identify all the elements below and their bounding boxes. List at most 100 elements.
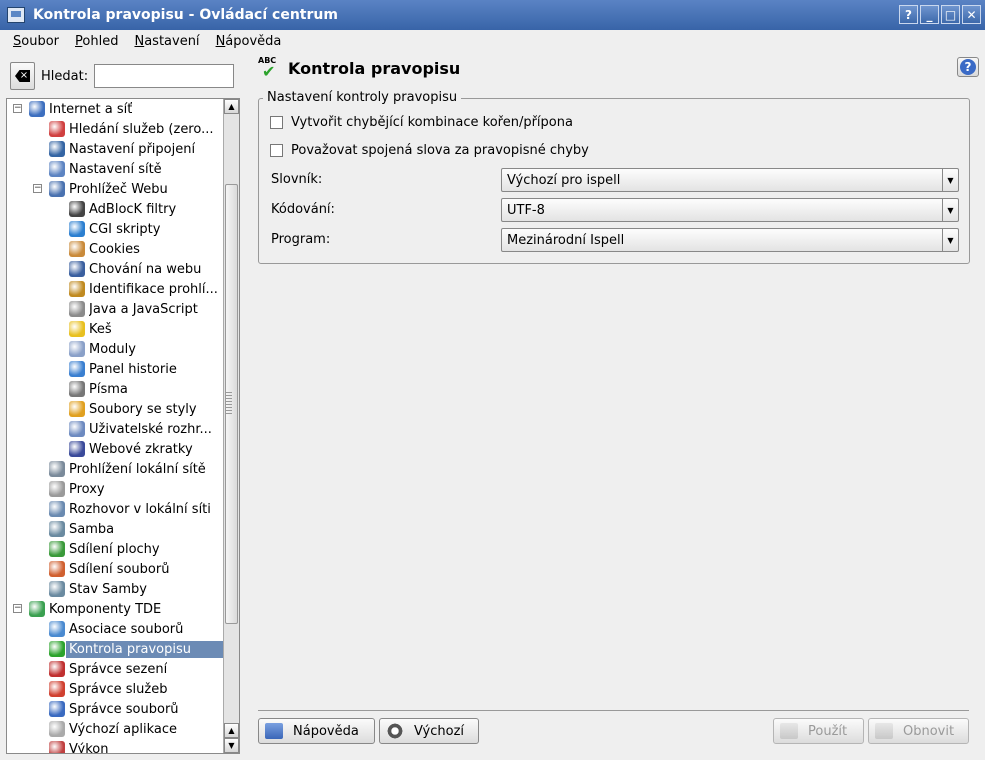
tree-item[interactable]: Nastavení sítě — [7, 159, 223, 179]
defaults-button-label: Výchozí — [414, 723, 465, 739]
tree-item[interactable]: Moduly — [7, 339, 223, 359]
tree-item[interactable]: Stav Samby — [7, 579, 223, 599]
tree-item[interactable]: Správce souborů — [7, 699, 223, 719]
maximize-button[interactable]: □ — [941, 5, 960, 24]
tree-item-label: Java a JavaScript — [89, 301, 198, 317]
splitter-handle[interactable] — [226, 392, 232, 416]
menu-napoveda[interactable]: Nápověda — [216, 34, 282, 49]
clear-search-button[interactable]: × — [10, 62, 35, 90]
module-header: ABC ✔ Kontrola pravopisu — [258, 56, 460, 80]
control-center-icon — [7, 7, 25, 23]
tree-item[interactable]: Kontrola pravopisu — [7, 639, 223, 659]
help-window-button[interactable]: ? — [899, 5, 918, 24]
tree-item[interactable]: Keš — [7, 319, 223, 339]
run-together-checkbox[interactable]: Považovat spojená slova za pravopisné ch… — [270, 143, 589, 158]
tree-item-label: Prohlížení lokální sítě — [69, 461, 206, 477]
tree-item[interactable]: − Internet a síť — [7, 99, 223, 119]
tree-item[interactable]: Nastavení připojení — [7, 139, 223, 159]
tree-item[interactable]: Písma — [7, 379, 223, 399]
tree-item-label: Stav Samby — [69, 581, 147, 597]
tree-item[interactable]: Soubory se styly — [7, 399, 223, 419]
menu-soubor[interactable]: Soubor — [13, 34, 59, 49]
search-row: × Hledat: — [10, 62, 235, 90]
tree-item[interactable]: Samba — [7, 519, 223, 539]
tree-item[interactable]: Správce služeb — [7, 679, 223, 699]
scroll-up-button[interactable]: ▲ — [224, 99, 239, 114]
tree-item[interactable]: Cookies — [7, 239, 223, 259]
tree-item[interactable]: Webové zkratky — [7, 439, 223, 459]
window-title: Kontrola pravopisu - Ovládací centrum — [33, 7, 338, 23]
tree-item[interactable]: Identifikace prohlí... — [7, 279, 223, 299]
reset-defaults-icon — [386, 723, 404, 739]
whats-this-button[interactable]: ? — [957, 57, 979, 77]
search-input[interactable] — [94, 64, 235, 88]
tree-item-label: Správce souborů — [69, 701, 179, 717]
tree-item[interactable]: Rozhovor v lokální síti — [7, 499, 223, 519]
module-icon — [69, 361, 85, 377]
tree-item-label: Proxy — [69, 481, 105, 497]
tree-item[interactable]: Asociace souborů — [7, 619, 223, 639]
module-icon — [69, 341, 85, 357]
tree-item-label: Sdílení plochy — [69, 541, 160, 557]
tree-item-label: Identifikace prohlí... — [89, 281, 218, 297]
tree-item-label: Hledání služeb (zero... — [69, 121, 214, 137]
chevron-down-icon[interactable]: ▼ — [942, 199, 958, 221]
tree-item[interactable]: Výkon — [7, 739, 223, 754]
tree-item[interactable]: Chování na webu — [7, 259, 223, 279]
tree-item[interactable]: AdBlocK filtry — [7, 199, 223, 219]
tree-item[interactable]: Uživatelské rozhr... — [7, 419, 223, 439]
tree-item-label: Keš — [89, 321, 112, 337]
checkbox-box[interactable] — [270, 116, 283, 129]
tree-item[interactable]: − Komponenty TDE — [7, 599, 223, 619]
tree-item[interactable]: Výchozí aplikace — [7, 719, 223, 739]
chevron-down-icon[interactable]: ▼ — [942, 169, 958, 191]
undo-icon — [875, 723, 893, 739]
minimize-button[interactable]: _ — [920, 5, 939, 24]
defaults-button[interactable]: Výchozí — [379, 718, 479, 744]
reset-button-label: Obnovit — [903, 723, 955, 739]
module-icon — [49, 661, 65, 677]
encoding-label: Kódování: — [271, 202, 335, 217]
reset-button[interactable]: Obnovit — [868, 718, 969, 744]
collapse-icon[interactable]: − — [13, 604, 22, 613]
tree-item[interactable]: Správce sezení — [7, 659, 223, 679]
checkbox-box[interactable] — [270, 144, 283, 157]
tree-item-label: Internet a síť — [49, 101, 133, 117]
title-bar[interactable]: Kontrola pravopisu - Ovládací centrum ? … — [0, 0, 985, 30]
tree-item[interactable]: Proxy — [7, 479, 223, 499]
module-icon — [69, 261, 85, 277]
scroll-down-button[interactable]: ▼ — [224, 738, 239, 753]
scroll-up-button-bottom[interactable]: ▲ — [224, 723, 239, 738]
module-icon — [49, 141, 65, 157]
menu-nastaveni[interactable]: Nastavení — [134, 34, 199, 49]
module-icon — [69, 441, 85, 457]
tree-item[interactable]: Sdílení plochy — [7, 539, 223, 559]
tree-item[interactable]: Sdílení souborů — [7, 559, 223, 579]
tree-item[interactable]: CGI skripty — [7, 219, 223, 239]
tree-item-label: Výkon — [69, 741, 109, 754]
chevron-down-icon[interactable]: ▼ — [942, 229, 958, 251]
tree-item[interactable]: Prohlížení lokální sítě — [7, 459, 223, 479]
apply-button[interactable]: Použít — [773, 718, 864, 744]
tree-item-label: Výchozí aplikace — [69, 721, 177, 737]
create-root-affix-checkbox[interactable]: Vytvořit chybějící kombinace kořen/přípo… — [270, 115, 573, 130]
tree-item[interactable]: − Prohlížeč Webu — [7, 179, 223, 199]
tree-item[interactable]: Panel historie — [7, 359, 223, 379]
collapse-icon[interactable]: − — [13, 104, 22, 113]
tree-item-label: Cookies — [89, 241, 140, 257]
module-icon — [49, 701, 65, 717]
tree-item[interactable]: Java a JavaScript — [7, 299, 223, 319]
tree-item[interactable]: Hledání služeb (zero... — [7, 119, 223, 139]
menu-pohled[interactable]: Pohled — [75, 34, 118, 49]
dictionary-value: Výchozí pro ispell — [507, 172, 621, 188]
encoding-select[interactable]: UTF-8 ▼ — [501, 198, 959, 222]
module-tree[interactable]: − Internet a síť Hledání služeb (zero... Na… — [6, 98, 240, 754]
menu-bar: Soubor Pohled Nastavení Nápověda — [0, 30, 985, 52]
dictionary-select[interactable]: Výchozí pro ispell ▼ — [501, 168, 959, 192]
help-button[interactable]: Nápověda — [258, 718, 375, 744]
close-button[interactable]: ✕ — [962, 5, 981, 24]
tree-scrollbar[interactable]: ▲ ▲ ▼ — [223, 99, 239, 753]
collapse-icon[interactable]: − — [33, 184, 42, 193]
window-controls: ? _ □ ✕ — [899, 5, 981, 24]
program-select[interactable]: Mezinárodní Ispell ▼ — [501, 228, 959, 252]
